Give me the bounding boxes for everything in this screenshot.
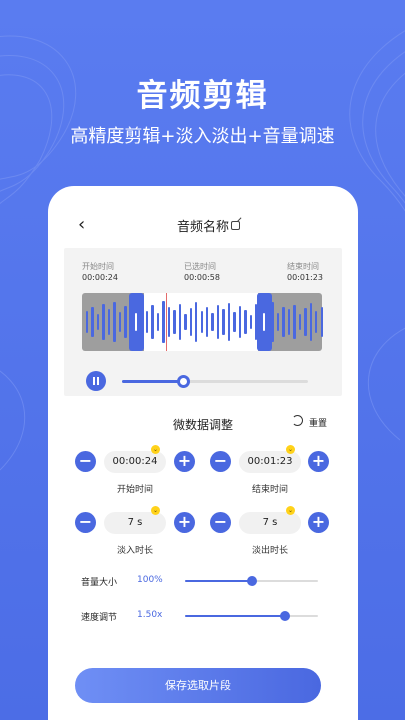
waveform-bar bbox=[96, 314, 100, 330]
end-time-field-label: 结束时间 bbox=[251, 485, 288, 495]
crown-icon: ⌄ bbox=[151, 445, 160, 454]
reset-icon[interactable] bbox=[292, 415, 303, 426]
edit-icon[interactable] bbox=[231, 221, 240, 230]
nav-bar: ‹ 音频名称 bbox=[48, 212, 358, 242]
waveform-editor: 开始时间 00:00:24 已选时间 00:00:58 结束时间 00:01:2… bbox=[64, 248, 342, 396]
volume-value: 100% bbox=[137, 575, 163, 585]
volume-label: 音量大小 bbox=[81, 578, 118, 588]
waveform-bar bbox=[102, 304, 105, 340]
waveform-bar bbox=[167, 307, 171, 337]
start-plus-button[interactable]: + bbox=[174, 451, 195, 472]
waveform-bar bbox=[178, 304, 182, 340]
waveform-bar bbox=[216, 305, 220, 339]
waveform-bar bbox=[320, 307, 323, 337]
waveform-bar bbox=[249, 315, 253, 329]
speed-slider-knob[interactable] bbox=[279, 611, 290, 621]
start-handle[interactable] bbox=[129, 293, 144, 351]
waveform-bar bbox=[162, 301, 165, 343]
waveform-bar bbox=[211, 313, 214, 331]
fade-in-field[interactable]: 7 s bbox=[104, 512, 166, 534]
playback-seekbar[interactable] bbox=[122, 375, 308, 388]
end-handle[interactable] bbox=[257, 293, 272, 351]
start-time-label: 开始时间 bbox=[82, 262, 114, 271]
crown-icon: ⌄ bbox=[286, 506, 295, 515]
audio-name-title: 音频名称 bbox=[176, 220, 229, 235]
playhead bbox=[166, 293, 167, 351]
seekbar-fill bbox=[122, 380, 184, 383]
speed-slider-fill bbox=[185, 615, 285, 617]
fade-out-plus-button[interactable]: + bbox=[308, 512, 329, 533]
waveform-bar bbox=[91, 307, 94, 337]
waveform-bar bbox=[151, 305, 154, 339]
reset-button[interactable]: 重置 bbox=[309, 416, 327, 429]
selected-time-value: 00:00:58 bbox=[184, 273, 220, 282]
fade-out-field-label: 淡出时长 bbox=[251, 546, 288, 556]
waveform-bar bbox=[238, 306, 242, 338]
fade-out-minus-button[interactable]: − bbox=[210, 512, 231, 533]
fade-in-field-label: 淡入时长 bbox=[116, 546, 153, 556]
start-time-field[interactable]: 00:00:24 bbox=[104, 451, 166, 473]
waveform-bar bbox=[124, 306, 127, 338]
waveform-bar bbox=[156, 313, 160, 331]
hero-subtitle: 高精度剪辑+淡入淡出+音量调速 bbox=[70, 126, 335, 147]
phone-frame: ‹ 音频名称 开始时间 00:00:24 已选时间 00:00:58 结束时间 … bbox=[48, 186, 358, 720]
waveform-bar bbox=[173, 310, 176, 334]
end-plus-button[interactable]: + bbox=[308, 451, 329, 472]
waveform-bar bbox=[287, 309, 291, 335]
start-minus-button[interactable]: − bbox=[75, 451, 96, 472]
pause-button[interactable] bbox=[86, 371, 106, 391]
waveform-bar bbox=[304, 308, 307, 336]
speed-value: 1.50x bbox=[137, 610, 163, 620]
crown-icon: ⌄ bbox=[151, 506, 160, 515]
speed-slider[interactable] bbox=[185, 611, 318, 621]
end-time-field[interactable]: 00:01:23 bbox=[239, 451, 301, 473]
save-selection-button[interactable]: 保存选取片段 bbox=[75, 668, 321, 703]
waveform-bar bbox=[309, 303, 313, 341]
waveform-bar bbox=[298, 314, 302, 330]
fade-in-plus-button[interactable]: + bbox=[174, 512, 195, 533]
waveform-bar bbox=[184, 314, 187, 330]
speed-label: 速度调节 bbox=[81, 613, 118, 623]
waveform-bar bbox=[200, 311, 203, 333]
waveform[interactable] bbox=[82, 293, 323, 353]
waveform-bar bbox=[118, 312, 122, 332]
waveform-bar bbox=[276, 313, 280, 331]
waveform-bar bbox=[233, 312, 236, 332]
waveform-bar bbox=[227, 303, 231, 341]
seekbar-knob[interactable] bbox=[177, 375, 191, 388]
waveform-bar bbox=[244, 310, 247, 334]
waveform-bar bbox=[282, 307, 285, 337]
waveform-bar bbox=[113, 302, 116, 342]
start-time-value: 00:00:24 bbox=[82, 273, 118, 282]
end-time-label: 结束时间 bbox=[287, 262, 319, 271]
volume-slider-fill bbox=[185, 580, 252, 582]
start-time-field-label: 开始时间 bbox=[116, 485, 153, 495]
volume-slider-knob[interactable] bbox=[246, 576, 257, 586]
selected-time-label: 已选时间 bbox=[184, 262, 216, 271]
waveform-bar bbox=[107, 309, 111, 335]
waveform-bar bbox=[189, 308, 193, 336]
volume-slider[interactable] bbox=[185, 576, 318, 586]
fade-in-minus-button[interactable]: − bbox=[75, 512, 96, 533]
crown-icon: ⌄ bbox=[286, 445, 295, 454]
end-time-value: 00:01:23 bbox=[287, 273, 323, 282]
fade-out-field[interactable]: 7 s bbox=[239, 512, 301, 534]
hero-title: 音频剪辑 bbox=[136, 78, 269, 114]
waveform-bar bbox=[222, 309, 225, 335]
waveform-bar bbox=[293, 305, 296, 339]
end-minus-button[interactable]: − bbox=[210, 451, 231, 472]
